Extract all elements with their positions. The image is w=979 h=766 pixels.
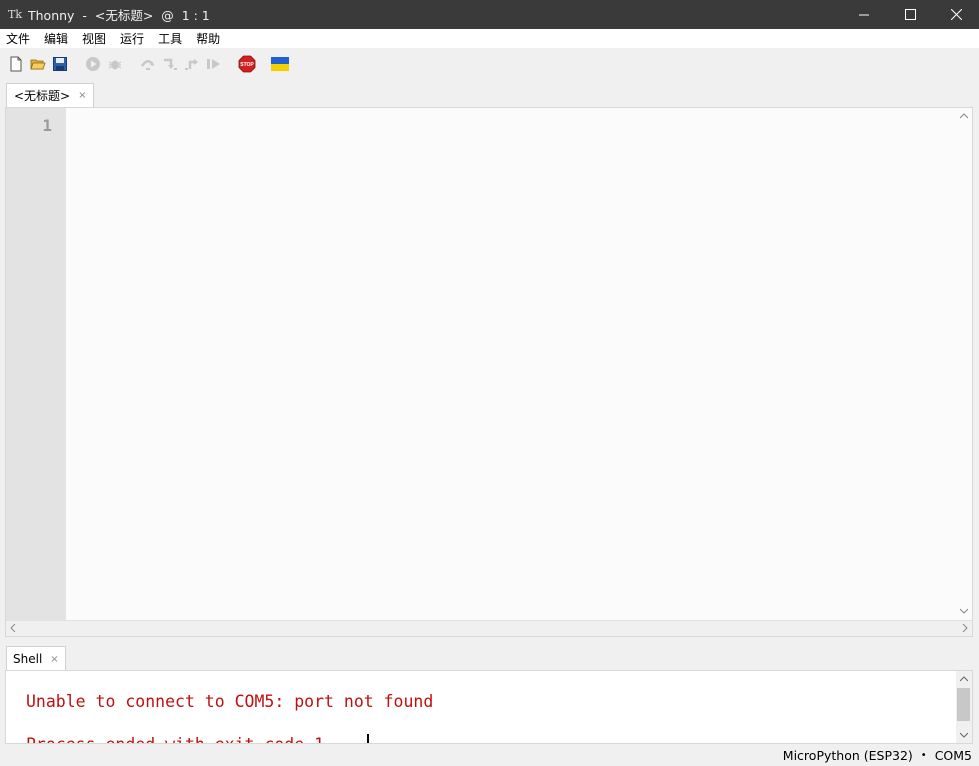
- tab-shell[interactable]: Shell ×: [6, 646, 66, 671]
- save-icon[interactable]: [52, 56, 68, 72]
- new-file-icon[interactable]: [8, 56, 24, 72]
- shell-error-line: Unable to connect to COM5: port not foun…: [26, 692, 434, 711]
- status-bar: MicroPython (ESP32) • COM5: [0, 745, 979, 766]
- menu-tools[interactable]: 工具: [158, 30, 182, 47]
- scroll-up-arrow-icon[interactable]: [959, 112, 969, 122]
- menu-file[interactable]: 文件: [6, 30, 30, 47]
- menu-edit[interactable]: 编辑: [44, 30, 68, 47]
- close-icon: [950, 9, 962, 20]
- run-icon[interactable]: [85, 56, 101, 72]
- step-out-icon[interactable]: [184, 56, 200, 72]
- line-number-gutter: 1: [6, 108, 66, 621]
- stop-icon[interactable]: STOP: [238, 55, 256, 73]
- shell-scroll-thumb[interactable]: [957, 688, 970, 721]
- toolbar: STOP: [0, 48, 979, 82]
- port-label[interactable]: COM5: [935, 748, 972, 763]
- step-over-icon[interactable]: [140, 56, 156, 72]
- minimize-button[interactable]: [841, 0, 887, 29]
- scroll-right-arrow-icon[interactable]: [962, 623, 968, 635]
- text-cursor: [367, 734, 369, 743]
- shell-output-line: Process ended with exit code 1.: [26, 735, 334, 743]
- window-title: Thonny - <无标题> @ 1 : 1: [28, 8, 210, 23]
- minimize-icon: [859, 14, 869, 15]
- title-bar: Tk Thonny - <无标题> @ 1 : 1: [0, 0, 979, 29]
- status-separator: •: [920, 750, 927, 761]
- close-button[interactable]: [933, 0, 979, 29]
- menu-run[interactable]: 运行: [120, 30, 144, 47]
- maximize-icon: [904, 9, 916, 20]
- code-editor[interactable]: 1: [5, 107, 973, 637]
- tab-untitled[interactable]: <无标题> ×: [6, 83, 94, 107]
- editor-horizontal-scrollbar[interactable]: [6, 620, 972, 636]
- menu-bar: 文件 编辑 视图 运行 工具 帮助: [0, 29, 979, 48]
- tab-label: <无标题>: [14, 89, 71, 103]
- interpreter-label[interactable]: MicroPython (ESP32): [783, 748, 913, 763]
- window-controls: [841, 0, 979, 29]
- shell-scroll-down-arrow-icon[interactable]: [959, 731, 969, 741]
- line-number: 1: [42, 116, 52, 135]
- menu-help[interactable]: 帮助: [196, 30, 220, 47]
- shell-panel[interactable]: Unable to connect to COM5: port not foun…: [5, 670, 973, 744]
- resume-icon[interactable]: [206, 56, 222, 72]
- stop-label: STOP: [240, 62, 254, 68]
- menu-view[interactable]: 视图: [82, 30, 106, 47]
- shell-scroll-up-arrow-icon[interactable]: [959, 675, 969, 685]
- scroll-down-arrow-icon[interactable]: [959, 607, 969, 617]
- shell-vertical-scrollbar[interactable]: [956, 671, 972, 743]
- tab-close-icon[interactable]: ×: [78, 90, 86, 101]
- shell-tab-label: Shell: [13, 652, 43, 666]
- editor-vertical-scrollbar[interactable]: [956, 108, 972, 621]
- scroll-left-arrow-icon[interactable]: [10, 623, 16, 635]
- maximize-button[interactable]: [887, 0, 933, 29]
- shell-tab-close-icon[interactable]: ×: [50, 654, 58, 665]
- ukraine-flag-icon[interactable]: [271, 56, 289, 72]
- step-into-icon[interactable]: [162, 56, 178, 72]
- thonny-app-icon: Tk: [8, 8, 23, 21]
- debug-icon[interactable]: [107, 56, 123, 72]
- open-folder-icon[interactable]: [30, 56, 46, 72]
